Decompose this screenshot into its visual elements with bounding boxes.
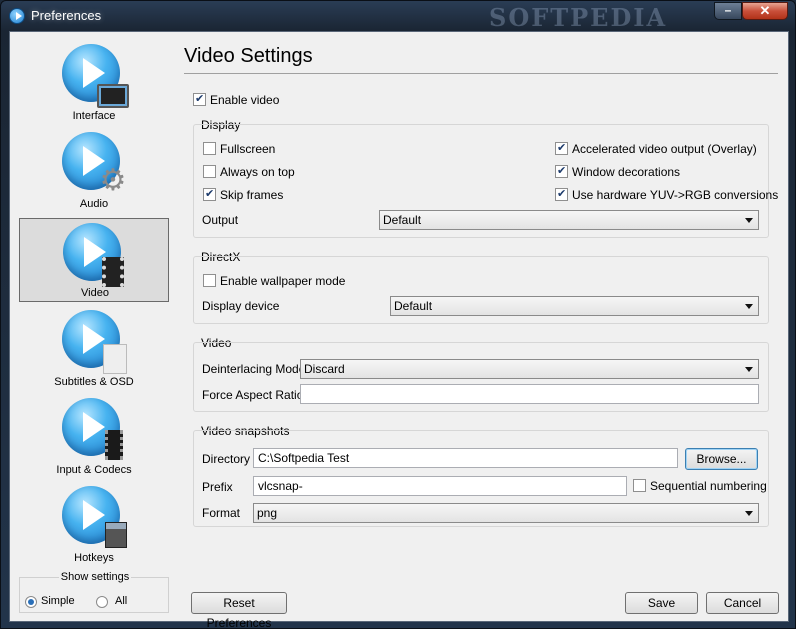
sidebar-item-label: Interface: [72, 110, 116, 122]
close-button[interactable]: ✕: [742, 2, 788, 20]
chevron-down-icon: [745, 511, 753, 516]
deinterlacing-label: Deinterlacing Mode: [202, 362, 306, 376]
title-divider: [184, 73, 778, 74]
format-label: Format: [202, 506, 241, 520]
aspect-ratio-input[interactable]: [300, 384, 759, 404]
sidebar-item-input-codecs[interactable]: Input & Codecs: [19, 394, 169, 478]
all-radio[interactable]: [96, 596, 108, 608]
directory-input[interactable]: C:\Softpedia Test: [253, 448, 678, 468]
film-icon: [102, 257, 124, 287]
aspect-ratio-label: Force Aspect Ratio: [202, 388, 304, 402]
simple-radio-label[interactable]: Simple: [41, 595, 75, 607]
deinterlacing-value: Discard: [304, 362, 345, 376]
accelerated-output-checkbox[interactable]: [555, 141, 568, 155]
gear-icon: ⚙: [99, 164, 127, 197]
enable-video-checkbox[interactable]: [193, 92, 206, 106]
keypad-icon: [105, 522, 127, 548]
output-select-value: Default: [383, 213, 422, 227]
preferences-window: Preferences SOFTPEDIA – ✕ Interface ⚙ Au…: [0, 0, 796, 629]
chevron-down-icon: [745, 218, 753, 223]
chip-icon: [105, 430, 123, 460]
category-sidebar: Interface ⚙ Audio Video Subtitles & OSD …: [19, 40, 169, 575]
sidebar-item-subtitles[interactable]: Subtitles & OSD: [19, 306, 169, 390]
document-icon: [103, 344, 127, 374]
directory-label: Directory: [202, 452, 251, 466]
fullscreen-label[interactable]: Fullscreen: [220, 142, 275, 156]
deinterlacing-select[interactable]: Discard: [300, 359, 759, 379]
show-settings-title: Show settings: [58, 571, 132, 583]
title-bar[interactable]: Preferences SOFTPEDIA – ✕: [1, 1, 796, 32]
wallpaper-mode-label[interactable]: Enable wallpaper mode: [220, 274, 345, 288]
sidebar-item-label: Subtitles & OSD: [54, 376, 134, 388]
minimize-button[interactable]: –: [714, 2, 742, 20]
display-device-select[interactable]: Default: [390, 296, 759, 316]
preferences-client: Interface ⚙ Audio Video Subtitles & OSD …: [9, 31, 789, 629]
monitor-icon: [97, 84, 129, 108]
hardware-yuv-checkbox[interactable]: [555, 187, 568, 201]
sidebar-item-video[interactable]: Video: [19, 218, 169, 302]
chevron-down-icon: [745, 367, 753, 372]
sidebar-item-label: Hotkeys: [74, 552, 114, 564]
prefix-input[interactable]: vlcsnap-: [253, 476, 627, 496]
sequential-numbering-checkbox[interactable]: [633, 479, 646, 492]
sequential-numbering-label[interactable]: Sequential numbering: [650, 479, 767, 493]
page-title: Video Settings: [184, 45, 313, 67]
format-select[interactable]: png: [253, 503, 759, 523]
sidebar-item-label: Video: [81, 287, 109, 299]
format-value: png: [257, 506, 278, 520]
window-decorations-checkbox[interactable]: [555, 164, 568, 178]
fullscreen-checkbox[interactable]: [203, 142, 216, 155]
sidebar-item-interface[interactable]: Interface: [19, 40, 169, 124]
sidebar-item-label: Input & Codecs: [56, 464, 132, 476]
cancel-button[interactable]: Cancel: [706, 592, 779, 614]
reset-preferences-button[interactable]: Reset Preferences: [191, 592, 287, 629]
sidebar-item-label: Audio: [79, 198, 109, 210]
show-settings-group: Show settings Simple All: [19, 571, 169, 613]
browse-button[interactable]: Browse...: [685, 448, 758, 470]
vlc-app-icon: [9, 8, 25, 24]
window-title: Preferences: [31, 8, 102, 23]
accelerated-output-label[interactable]: Accelerated video output (Overlay): [572, 142, 757, 156]
simple-radio[interactable]: [25, 596, 37, 608]
watermark-logo: SOFTPEDIA: [489, 3, 668, 32]
sidebar-item-audio[interactable]: ⚙ Audio: [19, 128, 169, 212]
all-radio-label[interactable]: All: [115, 595, 127, 607]
window-decorations-label[interactable]: Window decorations: [572, 165, 680, 179]
output-select[interactable]: Default: [379, 210, 759, 230]
always-on-top-label[interactable]: Always on top: [220, 165, 295, 179]
wallpaper-mode-checkbox[interactable]: [203, 274, 216, 287]
save-button[interactable]: Save: [625, 592, 698, 614]
always-on-top-checkbox[interactable]: [203, 165, 216, 178]
hardware-yuv-label[interactable]: Use hardware YUV->RGB conversions: [572, 188, 778, 202]
chevron-down-icon: [745, 304, 753, 309]
enable-video-label[interactable]: Enable video: [210, 93, 279, 107]
prefix-label: Prefix: [202, 480, 233, 494]
skip-frames-label[interactable]: Skip frames: [220, 188, 283, 202]
sidebar-item-hotkeys[interactable]: Hotkeys: [19, 482, 169, 566]
output-label: Output: [202, 213, 239, 227]
display-device-label: Display device: [202, 299, 280, 313]
skip-frames-checkbox[interactable]: [203, 187, 216, 201]
display-device-value: Default: [394, 299, 433, 313]
